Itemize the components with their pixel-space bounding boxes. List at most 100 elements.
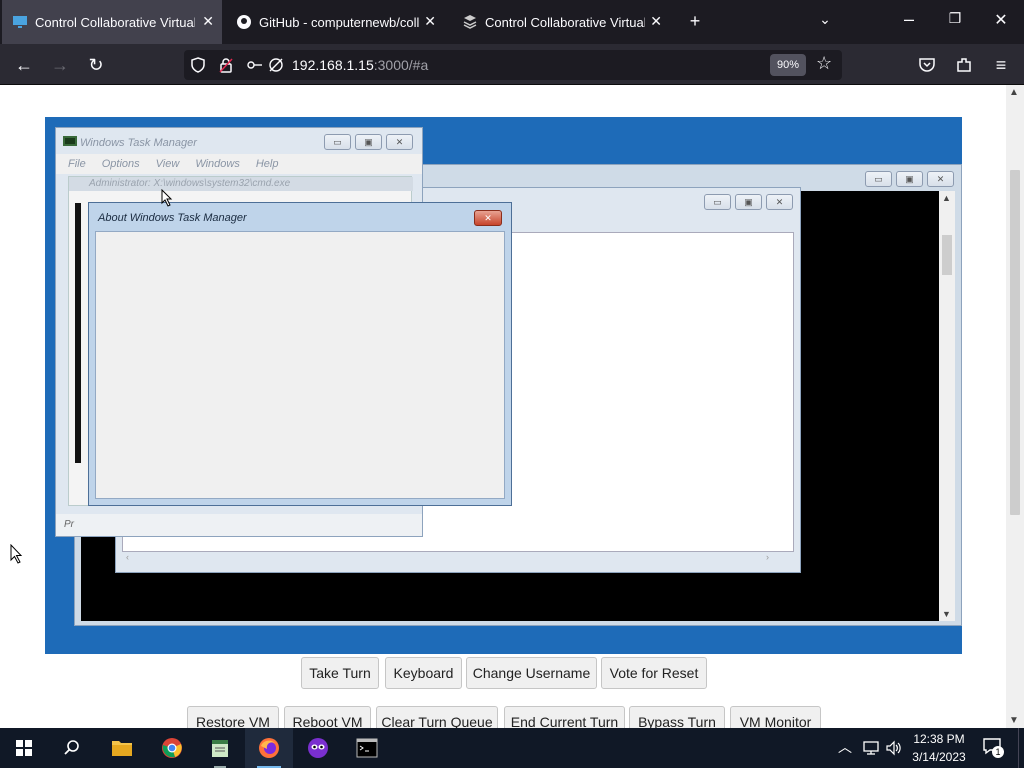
zoom-level-badge[interactable]: 90% [770,54,806,76]
close-tab-icon[interactable]: ✕ [650,13,662,30]
chrome-icon [162,738,182,758]
task-manager-caption-buttons: ▭ ▣ ✕ [324,134,413,150]
permissions-icon[interactable] [246,57,264,73]
navigation-toolbar: ← → ↻ 192.168.1.15:3000/#a 90% ☆ ≡ [0,44,1024,85]
menu-options[interactable]: Options [102,154,140,174]
close-tab-icon[interactable]: ✕ [424,13,436,30]
scroll-up-icon[interactable]: ▲ [942,193,951,203]
taskbar-file-explorer[interactable] [98,728,146,768]
bookmark-star-icon[interactable]: ☆ [816,53,832,74]
github-icon [237,15,251,29]
tab-bar: Control Collaborative Virtual M ✕ GitHub… [0,0,1024,44]
action-center-button[interactable]: 1 [982,736,1006,760]
firefox-icon [259,738,279,758]
shield-icon[interactable] [190,57,206,73]
page-scrollbar[interactable]: ▲ ▼ [1006,85,1024,728]
address-bar[interactable]: 192.168.1.15:3000/#a 90% ☆ [184,50,842,80]
scroll-up-icon[interactable]: ▲ [1009,87,1019,98]
vm-monitor-button[interactable]: VM Monitor [730,706,821,728]
task-manager-title: Windows Task Manager [80,137,197,149]
tracking-protection-icon[interactable] [268,57,284,73]
hamburger-menu-icon[interactable]: ≡ [988,52,1014,78]
mouse-cursor-icon [161,189,173,207]
search-button[interactable] [48,728,96,768]
reload-icon[interactable]: ↻ [83,52,109,78]
lock-icon[interactable] [218,57,234,73]
task-list-row[interactable]: Administrator: X:\windows\system32\cmd.e… [69,177,413,191]
tab-collabvm-1[interactable]: Control Collaborative Virtual M ✕ [2,0,222,44]
scroll-left-icon[interactable]: ‹ [126,552,129,562]
monitor-icon [13,16,27,28]
end-current-turn-button[interactable]: End Current Turn [504,706,625,728]
terminal-icon [356,738,378,758]
editor-caption-buttons: ▭ ▣ ✕ [704,194,793,210]
about-dialog[interactable]: About Windows Task Manager ✕ [88,202,512,506]
mouse-cursor-icon [10,544,23,564]
minimize-icon[interactable]: ▭ [704,194,731,210]
list-tabs-chevron-icon[interactable]: ⌄ [814,11,836,28]
minimize-icon[interactable]: ▭ [865,171,892,187]
url-path: :3000/#a [373,57,429,73]
volume-icon[interactable] [885,740,903,756]
tab-collabvm-2[interactable]: Control Collaborative Virtual M ✕ [452,0,670,44]
show-desktop-button[interactable] [1018,728,1024,768]
cmd-scroll-thumb[interactable] [942,235,952,275]
start-button[interactable] [0,728,48,768]
restore-window-button[interactable]: ❐ [944,10,966,27]
new-tab-button[interactable]: + [684,11,706,32]
pocket-icon[interactable] [918,56,936,74]
page-scroll-thumb[interactable] [1010,170,1020,515]
restore-vm-button[interactable]: Restore VM [187,706,279,728]
taskbar-chrome[interactable] [148,728,196,768]
minimize-window-button[interactable]: – [898,9,920,30]
maximize-icon[interactable]: ▣ [355,134,382,150]
notepad-icon [212,740,228,757]
menu-view[interactable]: View [156,154,180,174]
maximize-icon[interactable]: ▣ [735,194,762,210]
taskbar-clock[interactable]: 12:38 PM 3/14/2023 [906,730,972,766]
clear-turn-queue-button[interactable]: Clear Turn Queue [376,706,498,728]
scroll-down-icon[interactable]: ▼ [942,609,951,619]
menu-windows[interactable]: Windows [195,154,240,174]
bypass-turn-button[interactable]: Bypass Turn [629,706,725,728]
folder-icon [112,741,132,756]
maximize-icon[interactable]: ▣ [896,171,923,187]
taskbar-firefox[interactable] [245,728,293,768]
cmd-scrollbar[interactable]: ▲ ▼ [939,191,955,621]
tab-title: Control Collaborative Virtual M [35,14,195,30]
about-dialog-title: About Windows Task Manager [98,212,247,224]
reboot-vm-button[interactable]: Reboot VM [284,706,371,728]
task-manager-icon [63,136,77,146]
change-username-button[interactable]: Change Username [466,657,597,689]
taskbar-terminal[interactable] [343,728,391,768]
close-icon[interactable]: ✕ [766,194,793,210]
tab-github[interactable]: GitHub - computernewb/collab ✕ [226,0,444,44]
back-arrow-icon[interactable]: ← [11,52,37,78]
close-window-button[interactable]: ✕ [990,10,1012,30]
show-hidden-icons-chevron-icon[interactable]: ︿ [838,737,852,757]
keyboard-button[interactable]: Keyboard [385,657,462,689]
notification-count-badge: 1 [992,746,1004,758]
url-text[interactable]: 192.168.1.15:3000/#a [292,57,428,73]
close-icon[interactable]: ✕ [474,210,502,226]
scroll-down-icon[interactable]: ▼ [1009,715,1019,726]
vote-for-reset-button[interactable]: Vote for Reset [601,657,707,689]
minimize-icon[interactable]: ▭ [324,134,351,150]
close-icon[interactable]: ✕ [386,134,413,150]
menu-help[interactable]: Help [256,154,279,174]
extensions-icon[interactable] [955,56,973,74]
network-icon[interactable] [862,740,880,756]
taskbar-notepad[interactable] [196,728,244,768]
close-icon[interactable]: ✕ [927,171,954,187]
take-turn-button[interactable]: Take Turn [301,657,379,689]
scroll-right-icon[interactable]: › [766,552,769,562]
close-tab-icon[interactable]: ✕ [202,13,214,30]
taskbar-app-mask[interactable] [294,728,342,768]
about-caption-buttons: ✕ [474,210,502,226]
menu-file[interactable]: File [68,154,86,174]
windows-logo-icon [16,740,32,756]
vm-display[interactable]: ▭ ▣ ✕ ▲ ▼ ▭ ▣ ✕ ‹ › Windows Task Manager… [45,117,962,654]
url-host: 192.168.1.15 [292,57,374,73]
forward-arrow-icon[interactable]: → [47,52,73,78]
mask-app-icon [308,738,328,758]
